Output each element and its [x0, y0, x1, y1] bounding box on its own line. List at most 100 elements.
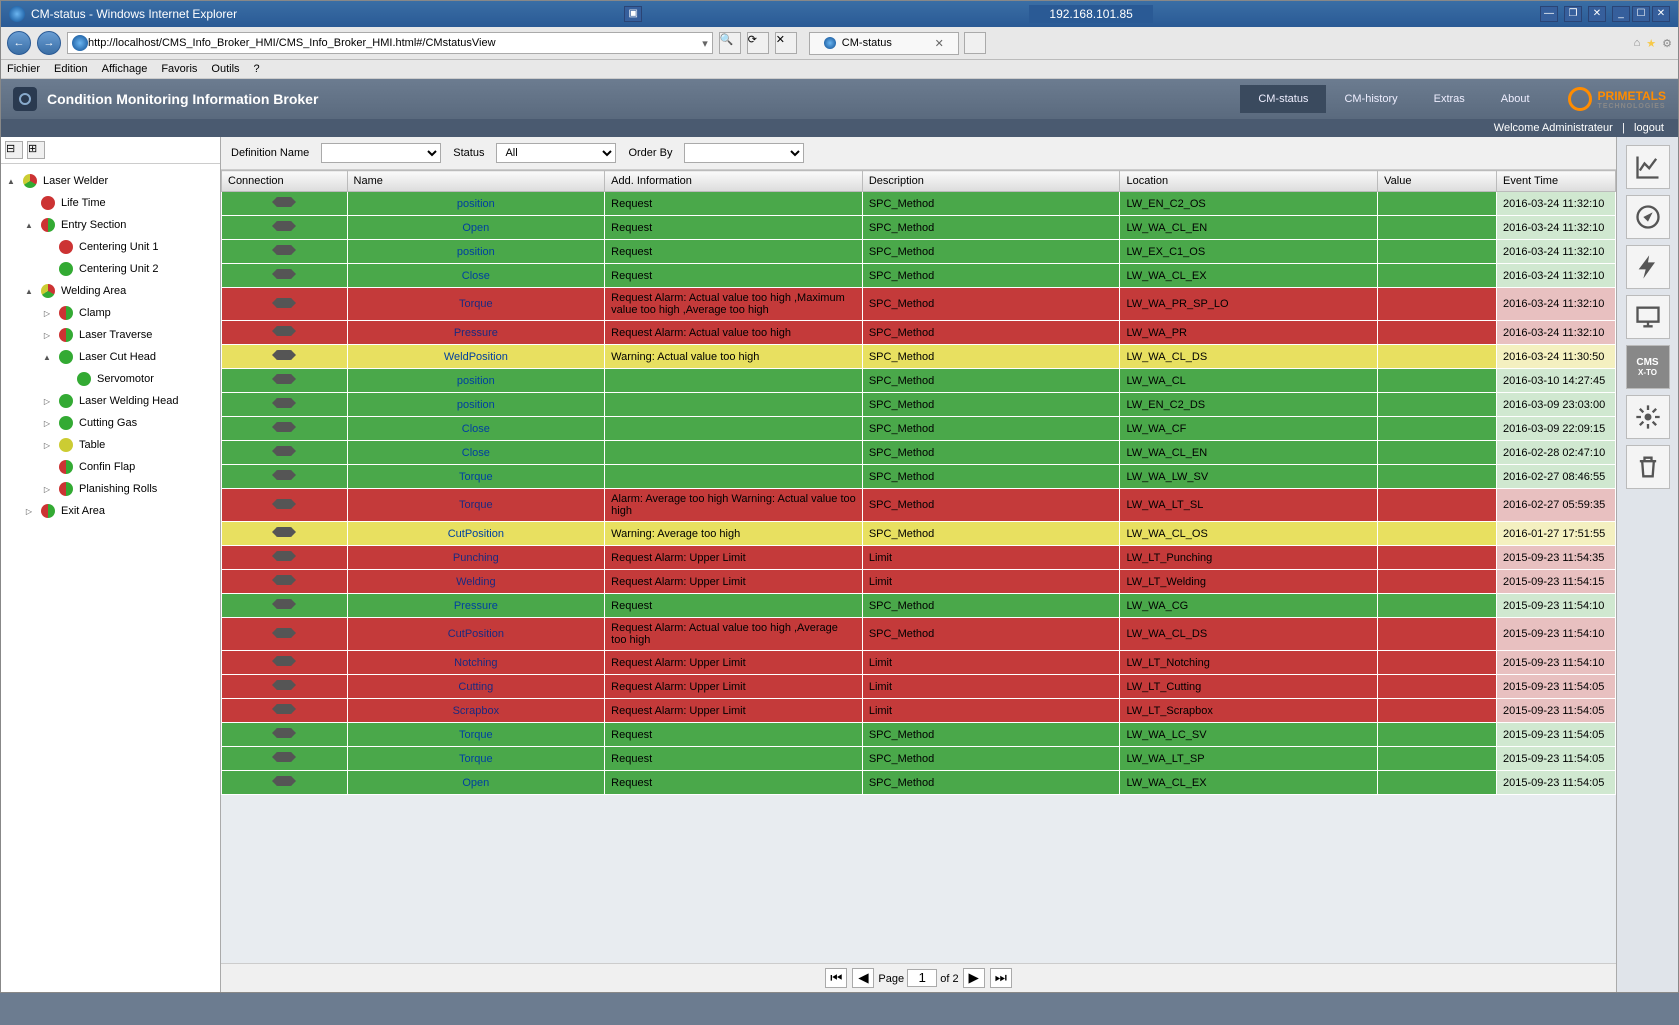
- tree-tool-1[interactable]: ⊟: [5, 141, 23, 159]
- tools-icon[interactable]: ⚙: [1662, 37, 1672, 50]
- table-row[interactable]: CutPosition Request Alarm: Actual value …: [222, 618, 1616, 651]
- monitor-icon[interactable]: [1626, 295, 1670, 339]
- table-row[interactable]: position Request SPC_Method LW_EN_C2_OS …: [222, 192, 1616, 216]
- menu-outils[interactable]: Outils: [211, 63, 239, 75]
- name-link[interactable]: Open: [462, 222, 489, 234]
- name-link[interactable]: Torque: [459, 753, 493, 765]
- logout-link[interactable]: logout: [1634, 122, 1664, 134]
- name-link[interactable]: Close: [462, 423, 490, 435]
- nav-cm-history[interactable]: CM-history: [1326, 85, 1415, 113]
- name-link[interactable]: position: [457, 246, 495, 258]
- refresh-button[interactable]: ⟳: [747, 32, 769, 54]
- expand-icon[interactable]: ▲: [41, 353, 53, 362]
- tree-item[interactable]: Servomotor: [5, 368, 216, 390]
- table-row[interactable]: Close SPC_Method LW_WA_CL_EN 2016-02-28 …: [222, 441, 1616, 465]
- page-input[interactable]: [907, 969, 937, 987]
- tree-item[interactable]: ▷ Laser Welding Head: [5, 390, 216, 412]
- column-header[interactable]: Connection: [222, 171, 348, 192]
- tree-item[interactable]: Centering Unit 2: [5, 258, 216, 280]
- table-row[interactable]: Notching Request Alarm: Upper Limit Limi…: [222, 651, 1616, 675]
- name-link[interactable]: Scrapbox: [453, 705, 499, 717]
- table-row[interactable]: position SPC_Method LW_WA_CL 2016-03-10 …: [222, 369, 1616, 393]
- name-link[interactable]: Close: [462, 270, 490, 282]
- prev-page-button[interactable]: ◀: [852, 968, 874, 988]
- close2-button[interactable]: ✕: [1652, 6, 1670, 22]
- minimize-button[interactable]: —: [1540, 6, 1558, 22]
- favorites-icon[interactable]: ★: [1646, 37, 1656, 50]
- last-page-button[interactable]: ⏭: [990, 968, 1012, 988]
- forward-button[interactable]: →: [37, 31, 61, 55]
- browser-tab[interactable]: CM-status ✕: [809, 32, 959, 55]
- table-row[interactable]: Punching Request Alarm: Upper Limit Limi…: [222, 546, 1616, 570]
- restore-button[interactable]: ❐: [1564, 6, 1582, 22]
- expand-icon[interactable]: ▷: [41, 419, 53, 428]
- column-header[interactable]: Event Time: [1497, 171, 1616, 192]
- table-row[interactable]: Torque Alarm: Average too high Warning: …: [222, 489, 1616, 522]
- cms-icon[interactable]: CMSX-TO: [1626, 345, 1670, 389]
- table-row[interactable]: Open Request SPC_Method LW_WA_CL_EN 2016…: [222, 216, 1616, 240]
- table-row[interactable]: Torque Request SPC_Method LW_WA_LT_SP 20…: [222, 747, 1616, 771]
- nav-cm-status[interactable]: CM-status: [1240, 85, 1326, 113]
- column-header[interactable]: Value: [1378, 171, 1497, 192]
- name-link[interactable]: Torque: [459, 499, 493, 511]
- table-row[interactable]: WeldPosition Warning: Actual value too h…: [222, 345, 1616, 369]
- home-icon[interactable]: ⌂: [1634, 37, 1641, 49]
- table-row[interactable]: Torque Request Alarm: Actual value too h…: [222, 288, 1616, 321]
- search-button[interactable]: 🔍: [719, 32, 741, 54]
- menu-favoris[interactable]: Favoris: [161, 63, 197, 75]
- close-button[interactable]: ✕: [1588, 6, 1606, 22]
- expand-icon[interactable]: ▷: [23, 507, 35, 516]
- url-bar[interactable]: ▾: [67, 32, 713, 54]
- table-row[interactable]: Pressure Request Alarm: Actual value too…: [222, 321, 1616, 345]
- back-button[interactable]: ←: [7, 31, 31, 55]
- new-tab-button[interactable]: [964, 32, 986, 54]
- name-link[interactable]: position: [457, 198, 495, 210]
- name-link[interactable]: Pressure: [454, 600, 498, 612]
- expand-icon[interactable]: ▲: [23, 221, 35, 230]
- menu-affichage[interactable]: Affichage: [102, 63, 148, 75]
- menu-?[interactable]: ?: [254, 63, 260, 75]
- table-row[interactable]: Cutting Request Alarm: Upper Limit Limit…: [222, 675, 1616, 699]
- first-page-button[interactable]: ⏮: [825, 968, 847, 988]
- nav-about[interactable]: About: [1483, 85, 1548, 113]
- name-link[interactable]: Torque: [459, 729, 493, 741]
- nav-extras[interactable]: Extras: [1416, 85, 1483, 113]
- table-row[interactable]: CutPosition Warning: Average too high SP…: [222, 522, 1616, 546]
- name-link[interactable]: Punching: [453, 552, 499, 564]
- expand-icon[interactable]: ▷: [41, 485, 53, 494]
- tree-item[interactable]: Life Time: [5, 192, 216, 214]
- table-row[interactable]: position Request SPC_Method LW_EX_C1_OS …: [222, 240, 1616, 264]
- table-row[interactable]: Close Request SPC_Method LW_WA_CL_EX 201…: [222, 264, 1616, 288]
- chart-icon[interactable]: [1626, 145, 1670, 189]
- name-link[interactable]: Open: [462, 777, 489, 789]
- tree-item[interactable]: ▷ Planishing Rolls: [5, 478, 216, 500]
- expand-icon[interactable]: ▲: [23, 287, 35, 296]
- tree-tool-2[interactable]: ⊞: [27, 141, 45, 159]
- dropdown-icon[interactable]: ▾: [702, 37, 708, 50]
- menu-edition[interactable]: Edition: [54, 63, 88, 75]
- column-header[interactable]: Add. Information: [605, 171, 863, 192]
- stop-button[interactable]: ✕: [775, 32, 797, 54]
- url-input[interactable]: [88, 37, 702, 49]
- tree-item[interactable]: ▷ Exit Area: [5, 500, 216, 522]
- min2-button[interactable]: _: [1612, 6, 1630, 22]
- name-link[interactable]: position: [457, 375, 495, 387]
- definition-select[interactable]: [321, 143, 441, 163]
- name-link[interactable]: CutPosition: [448, 628, 504, 640]
- tree-item[interactable]: ▷ Clamp: [5, 302, 216, 324]
- tree-item[interactable]: ▲ Laser Cut Head: [5, 346, 216, 368]
- tree-item[interactable]: ▷ Laser Traverse: [5, 324, 216, 346]
- table-row[interactable]: Torque SPC_Method LW_WA_LW_SV 2016-02-27…: [222, 465, 1616, 489]
- column-header[interactable]: Location: [1120, 171, 1378, 192]
- name-link[interactable]: Torque: [459, 471, 493, 483]
- tree-item[interactable]: ▲ Entry Section: [5, 214, 216, 236]
- expand-icon[interactable]: ▷: [41, 309, 53, 318]
- export-icon[interactable]: [1626, 195, 1670, 239]
- tab-close-icon[interactable]: ✕: [935, 37, 944, 50]
- name-link[interactable]: position: [457, 399, 495, 411]
- next-page-button[interactable]: ▶: [963, 968, 985, 988]
- trash-icon[interactable]: [1626, 445, 1670, 489]
- table-row[interactable]: Torque Request SPC_Method LW_WA_LC_SV 20…: [222, 723, 1616, 747]
- tree-item[interactable]: ▷ Table: [5, 434, 216, 456]
- flash-icon[interactable]: [1626, 245, 1670, 289]
